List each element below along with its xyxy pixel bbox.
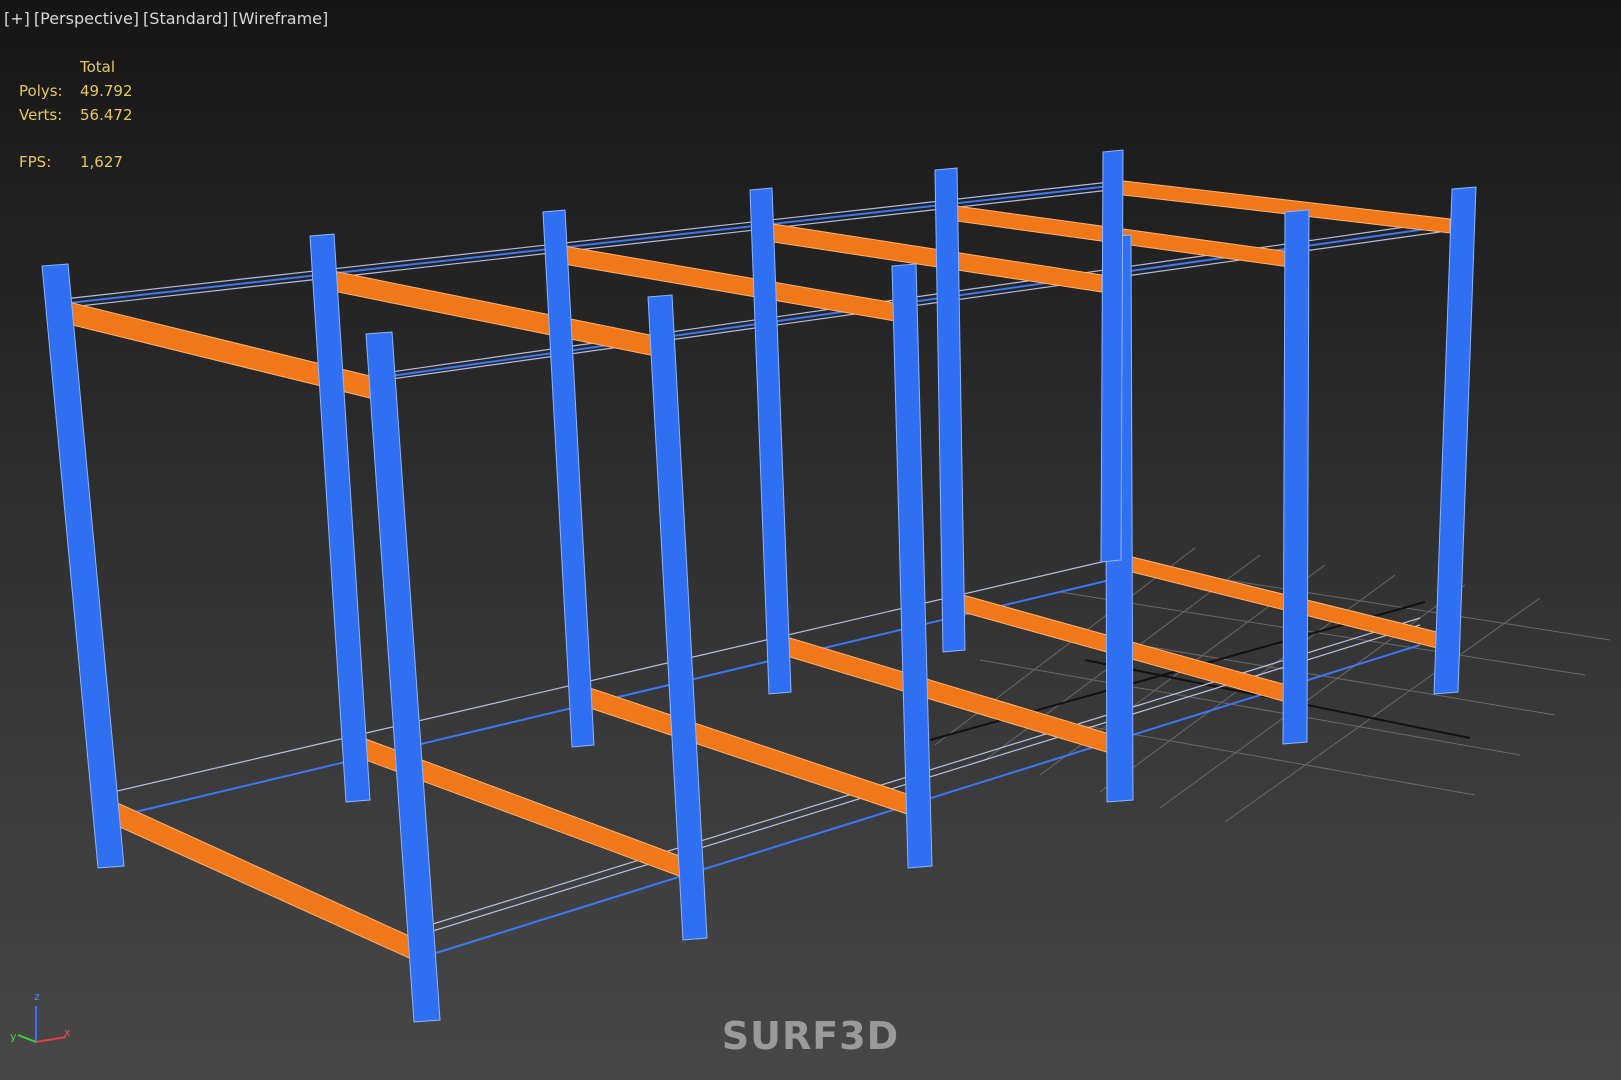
viewport-visual-style-menu[interactable]: [Wireframe] — [232, 9, 328, 28]
fps-value: 1,627 — [80, 153, 123, 171]
wireframe-scene[interactable] — [0, 0, 1621, 1080]
viewport-plus-menu[interactable]: [+] — [4, 9, 30, 28]
polys-label: Polys: — [19, 82, 63, 100]
stats-header: Total — [80, 58, 116, 76]
fps-label: FPS: — [19, 153, 52, 171]
verts-value: 56.472 — [80, 106, 133, 124]
viewport-point-of-view-menu[interactable]: [Perspective] — [34, 9, 139, 28]
polys-value: 49.792 — [80, 82, 133, 100]
bracing-wires-blue — [59, 185, 1441, 959]
viewport-shading-preset-menu[interactable]: [Standard] — [143, 9, 228, 28]
perspective-viewport[interactable]: [+] [Perspective] [Standard] [Wireframe]… — [0, 0, 1621, 1080]
viewport-statistics: Total Polys: 49.792 Verts: 56.472 FPS: 1… — [19, 55, 133, 174]
gizmo-z-label: z — [34, 990, 40, 1003]
uprights — [41, 149, 1477, 1023]
watermark-logo: SURF3D — [721, 1014, 900, 1058]
verts-label: Verts: — [19, 106, 63, 124]
viewport-label-menu[interactable]: [+] [Perspective] [Standard] [Wireframe] — [4, 9, 328, 28]
